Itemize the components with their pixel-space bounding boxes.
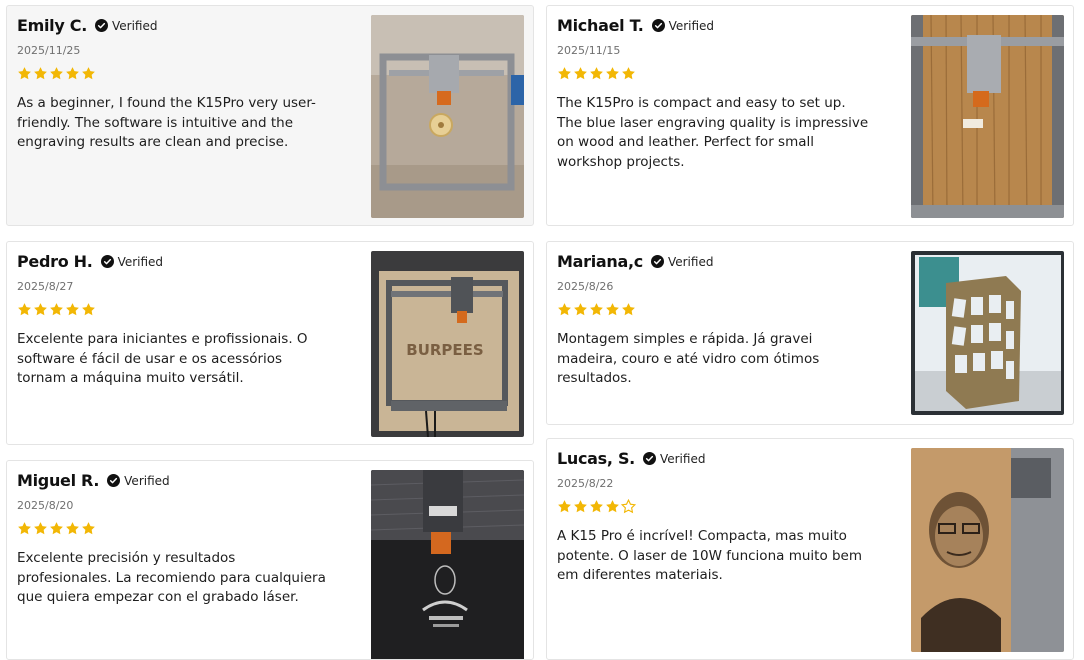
wooden-lantern-photo-icon xyxy=(911,251,1064,415)
reviewer-header: Mariana,c Verified xyxy=(557,252,713,271)
star-filled-icon xyxy=(82,303,95,316)
review-card: Miguel R. Verified 2025/8/20 Excelente p… xyxy=(6,460,534,660)
laser-engraver-on-floor-photo-icon xyxy=(371,15,524,218)
star-filled-icon xyxy=(66,303,79,316)
star-filled-icon xyxy=(590,303,603,316)
star-filled-icon xyxy=(606,67,619,80)
reviewer-name: Miguel R. xyxy=(17,471,100,490)
star-filled-icon xyxy=(606,303,619,316)
verified-check-icon xyxy=(650,255,664,268)
review-text: Excelente precisión y resultados profesi… xyxy=(17,550,326,605)
star-rating xyxy=(17,302,96,317)
star-filled-icon xyxy=(34,67,47,80)
review-date: 2025/11/15 xyxy=(557,44,621,57)
review-card: Emily C. Verified 2025/11/25 As a beginn… xyxy=(6,5,534,226)
reviewer-name: Lucas, S. xyxy=(557,449,635,468)
reviewer-header: Pedro H. Verified xyxy=(17,252,163,271)
star-filled-icon xyxy=(18,522,31,535)
verified-check-icon xyxy=(95,19,108,32)
star-filled-icon xyxy=(590,67,603,80)
reviewer-name: Emily C. xyxy=(17,16,87,35)
star-filled-icon xyxy=(66,522,79,535)
engraved-board-text: BURPEES xyxy=(406,341,483,359)
star-filled-icon xyxy=(622,303,635,316)
verified-label: Verified xyxy=(668,18,715,33)
review-date: 2025/8/20 xyxy=(17,499,74,512)
review-text: A K15 Pro é incrível! Compacta, mas muit… xyxy=(557,528,863,583)
review-photo[interactable]: BURPEES xyxy=(371,251,524,437)
review-photo[interactable] xyxy=(911,448,1064,652)
reviewer-header: Michael T. Verified xyxy=(557,16,714,35)
star-filled-icon xyxy=(574,67,587,80)
star-empty-icon xyxy=(621,499,636,514)
reviewer-name: Mariana,c xyxy=(557,252,643,271)
star-rating xyxy=(557,66,636,81)
laser-engraver-on-wood-photo-icon xyxy=(911,15,1064,218)
review-card: Mariana,c Verified 2025/8/26 Montagem si… xyxy=(546,241,1074,425)
review-text: Excelente para iniciantes e profissionai… xyxy=(17,331,308,386)
star-filled-icon xyxy=(590,500,603,513)
star-filled-icon xyxy=(574,303,587,316)
reviewer-header: Emily C. Verified xyxy=(17,16,158,35)
review-card: Pedro H. Verified 2025/8/27 Excelente pa… xyxy=(6,241,534,445)
star-rating xyxy=(557,499,636,514)
verified-label: Verified xyxy=(124,473,170,488)
verified-check-icon xyxy=(107,474,121,487)
star-filled-icon xyxy=(558,500,571,513)
review-text: The K15Pro is compact and easy to set up… xyxy=(557,95,869,170)
star-filled-icon xyxy=(82,67,95,80)
star-filled-icon xyxy=(50,67,63,80)
reviewer-name: Michael T. xyxy=(557,16,644,35)
review-text: As a beginner, I found the K15Pro very u… xyxy=(17,95,316,150)
star-filled-icon xyxy=(558,303,571,316)
reviewer-header: Lucas, S. Verified xyxy=(557,449,705,468)
verified-label: Verified xyxy=(659,451,706,466)
verified-check-icon xyxy=(100,255,114,268)
review-date: 2025/11/25 xyxy=(17,44,81,57)
star-filled-icon xyxy=(558,67,571,80)
star-filled-icon xyxy=(66,67,79,80)
star-filled-icon xyxy=(50,522,63,535)
verified-label: Verified xyxy=(117,254,164,269)
star-rating xyxy=(17,521,96,536)
review-photo[interactable] xyxy=(911,251,1064,415)
engraving-on-fabric-photo-icon xyxy=(371,470,524,659)
verified-check-icon xyxy=(642,452,656,465)
review-card: Lucas, S. Verified 2025/8/22 A K15 Pro é… xyxy=(546,438,1074,660)
star-filled-icon xyxy=(34,303,47,316)
review-photo[interactable] xyxy=(371,15,524,218)
star-filled-icon xyxy=(50,303,63,316)
star-filled-icon xyxy=(574,500,587,513)
review-photo[interactable] xyxy=(371,470,524,659)
star-filled-icon xyxy=(18,303,31,316)
star-filled-icon xyxy=(18,67,31,80)
engraved-board-photo-icon: BURPEES xyxy=(371,251,524,437)
star-rating xyxy=(17,66,96,81)
review-text: Montagem simples e rápida. Já gravei mad… xyxy=(557,331,820,386)
star-rating xyxy=(557,302,636,317)
star-filled-icon xyxy=(34,522,47,535)
review-card: Michael T. Verified 2025/11/15 The K15Pr… xyxy=(546,5,1074,226)
engraved-portrait-photo-icon xyxy=(911,448,1064,652)
review-date: 2025/8/27 xyxy=(17,280,74,293)
reviewer-header: Miguel R. Verified xyxy=(17,471,170,490)
verified-label: Verified xyxy=(112,18,158,33)
verified-check-icon xyxy=(651,19,665,32)
verified-label: Verified xyxy=(667,254,714,269)
review-photo[interactable] xyxy=(911,15,1064,218)
star-filled-icon xyxy=(606,500,619,513)
reviewer-name: Pedro H. xyxy=(17,252,93,271)
review-date: 2025/8/26 xyxy=(557,280,614,293)
star-filled-icon xyxy=(622,67,635,80)
star-filled-icon xyxy=(82,522,95,535)
review-date: 2025/8/22 xyxy=(557,477,614,490)
